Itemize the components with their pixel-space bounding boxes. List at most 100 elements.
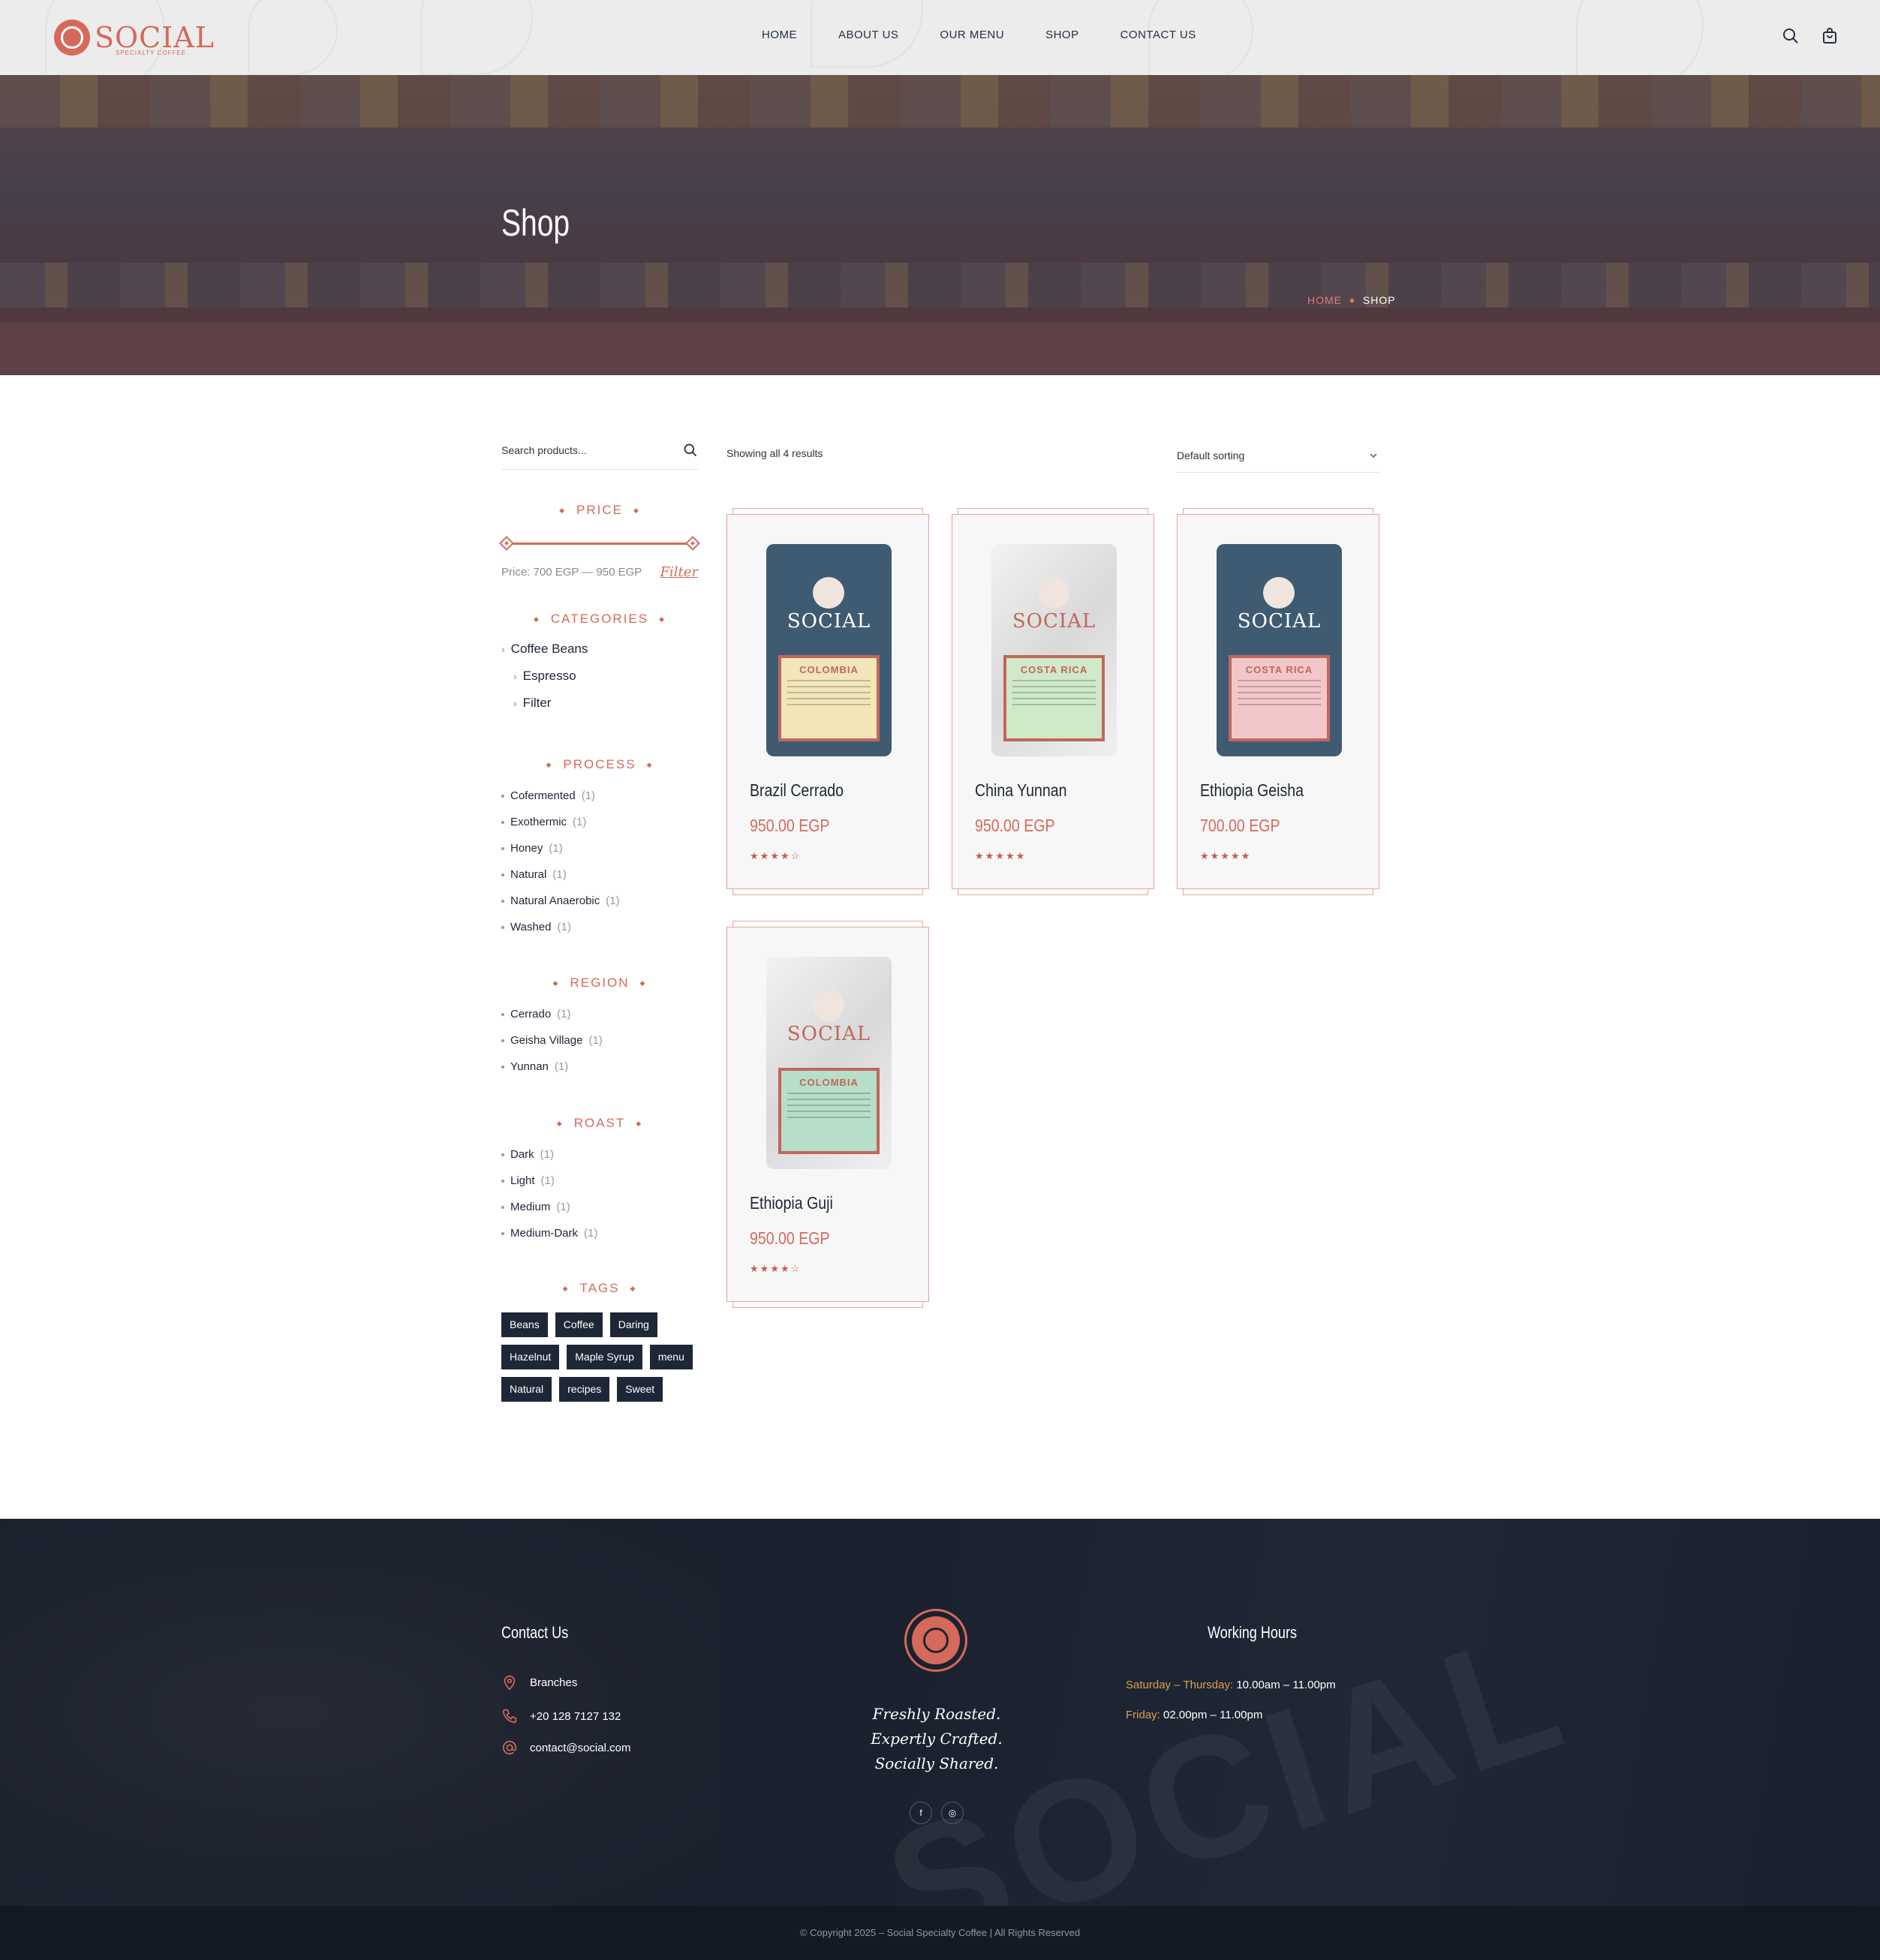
price-filter-widget: ◆ PRICE ◆ Price: 700 EGP — 950 EGP Filter: [499, 503, 700, 580]
footer-tagline: Freshly Roasted. Expertly Crafted. Socia…: [871, 1705, 1003, 1772]
list-item[interactable]: Light (1): [501, 1168, 698, 1194]
category-item[interactable]: › Filter: [513, 696, 698, 711]
list-item[interactable]: Natural (1): [501, 861, 698, 888]
list-item[interactable]: Medium-Dark (1): [501, 1220, 698, 1246]
widget-title: ◆ CATEGORIES ◆: [533, 612, 666, 626]
footer-contact-title: Contact Us: [501, 1623, 569, 1642]
contact-branches[interactable]: Branches: [501, 1674, 577, 1691]
list-item[interactable]: Cerrado (1): [501, 1001, 698, 1027]
search-input[interactable]: [501, 435, 666, 465]
badge-icon: [813, 990, 844, 1021]
widget-title: ◆ PROCESS ◆: [546, 757, 654, 771]
tag-link[interactable]: Beans: [501, 1312, 548, 1337]
widget-title: ◆ REGION ◆: [552, 975, 647, 990]
tag-link[interactable]: menu: [649, 1345, 693, 1369]
tag-link[interactable]: Daring: [609, 1312, 657, 1337]
breadcrumb: HOME ◆ SHOP: [1307, 294, 1396, 306]
star-filled-icon: ★: [750, 850, 760, 861]
star-filled-icon: ★: [1230, 850, 1241, 861]
logo-mark-icon: [54, 20, 90, 56]
product-card[interactable]: SOCIAL COLOMBIA Brazil Cerrado 950.00 EGP ★ ★…: [726, 508, 929, 895]
copyright-bar: © Copyright 2025 – Social Specialty Coff…: [0, 1906, 1880, 1960]
product-image[interactable]: SOCIAL COLOMBIA: [766, 544, 892, 756]
product-search: [501, 435, 698, 470]
cart-icon[interactable]: [1821, 27, 1839, 45]
product-name[interactable]: Brazil Cerrado: [750, 780, 844, 801]
search-icon[interactable]: [1782, 27, 1800, 45]
contact-phone[interactable]: +20 128 7127 132: [501, 1708, 621, 1724]
bag-brand-text: SOCIAL: [787, 1023, 871, 1045]
site-logo[interactable]: SOCIAL SPECIALTY COFFEE: [54, 18, 215, 57]
nav-shop[interactable]: SHOP: [1045, 29, 1079, 41]
category-item[interactable]: › Coffee Beans: [501, 642, 698, 657]
star-rating: ★★★★☆: [750, 1263, 801, 1275]
phone-icon: [502, 1709, 517, 1724]
product-price: 950.00 EGP: [975, 816, 1055, 835]
results-count: Showing all 4 results: [726, 447, 823, 459]
list-item[interactable]: Washed (1): [501, 914, 698, 940]
contact-email[interactable]: contact@social.com: [501, 1739, 630, 1756]
star-filled-icon: ★: [780, 850, 791, 861]
leaf-decoration: [248, 0, 338, 75]
nav-contact-us[interactable]: CONTACT US: [1120, 29, 1196, 41]
star-rating: ★★★★★: [975, 850, 1026, 862]
product-name[interactable]: China Yunnan: [975, 780, 1066, 801]
page-hero: Shop HOME ◆ SHOP: [0, 75, 1880, 375]
tag-link[interactable]: Natural: [501, 1377, 552, 1402]
star-rating: ★★★★☆: [750, 850, 801, 862]
product-name[interactable]: Ethiopia Geisha: [1200, 780, 1304, 801]
tag-link[interactable]: recipes: [559, 1377, 610, 1402]
logo-subtext: SPECIALTY COFFEE: [116, 50, 186, 56]
price-max-handle[interactable]: [685, 536, 700, 551]
list-item[interactable]: Honey (1): [501, 835, 698, 861]
product-card[interactable]: SOCIAL COLOMBIA Ethiopia Guji 950.00 EGP ★★★…: [726, 921, 929, 1308]
nav-about-us[interactable]: ABOUT US: [838, 29, 898, 41]
sort-select[interactable]: Default sorting: [1177, 438, 1381, 473]
widget-title: ◆ ROAST ◆: [556, 1116, 643, 1130]
product-image[interactable]: SOCIAL COLOMBIA: [766, 957, 892, 1169]
tag-link[interactable]: Maple Syrup: [567, 1345, 642, 1369]
product-image[interactable]: SOCIAL COSTA RICA: [1217, 544, 1342, 756]
list-item[interactable]: Medium (1): [501, 1194, 698, 1220]
star-filled-icon: ★: [995, 850, 1006, 861]
price-min-handle[interactable]: [499, 536, 514, 551]
price-range-slider[interactable]: [499, 536, 700, 551]
tag-link[interactable]: Hazelnut: [501, 1345, 560, 1369]
nav-home[interactable]: HOME: [762, 29, 797, 41]
star-filled-icon: ★: [985, 850, 996, 861]
list-item[interactable]: Geisha Village (1): [501, 1027, 698, 1054]
instagram-icon[interactable]: ◎: [941, 1802, 964, 1824]
tag-link[interactable]: Sweet: [617, 1377, 663, 1402]
bag-label: COSTA RICA: [1003, 655, 1105, 741]
star-filled-icon: ★: [770, 1263, 781, 1274]
filter-button[interactable]: Filter: [660, 564, 699, 580]
list-item[interactable]: Cofermented (1): [501, 783, 698, 809]
product-card[interactable]: SOCIAL COSTA RICA China Yunnan 950.00 EGP ★★…: [952, 508, 1154, 895]
tag-link[interactable]: Coffee: [555, 1312, 603, 1337]
list-item[interactable]: Exothermic (1): [501, 809, 698, 835]
chevron-right-icon: ›: [513, 670, 517, 682]
hours-row: Saturday – Thursday: 10.00am – 11.00pm: [1126, 1679, 1336, 1691]
bag-label-text: COLOMBIA: [799, 664, 859, 675]
star-empty-icon: ☆: [790, 1263, 802, 1274]
facebook-icon[interactable]: f: [910, 1802, 932, 1824]
breadcrumb-home[interactable]: HOME: [1307, 294, 1342, 306]
product-image[interactable]: SOCIAL COSTA RICA: [991, 544, 1117, 756]
location-pin-icon: [504, 1675, 516, 1691]
product-card[interactable]: SOCIAL COSTA RICA Ethiopia Geisha 700.00 EG…: [1177, 508, 1379, 895]
breadcrumb-current: SHOP: [1362, 294, 1396, 306]
logo-text: SOCIAL: [95, 21, 215, 54]
product-price: 950.00 EGP: [750, 816, 830, 835]
nav-our-menu[interactable]: OUR MENU: [940, 29, 1004, 41]
search-icon[interactable]: [683, 443, 698, 458]
product-name[interactable]: Ethiopia Guji: [750, 1193, 833, 1213]
list-item[interactable]: Natural Anaerobic (1): [501, 888, 698, 914]
category-item[interactable]: › Espresso: [513, 669, 698, 684]
badge-icon: [1263, 577, 1295, 609]
badge-icon: [813, 577, 844, 609]
star-filled-icon: ★: [975, 850, 985, 861]
list-item[interactable]: Dark (1): [501, 1141, 698, 1168]
footer-hours-title: Working Hours: [1208, 1623, 1297, 1642]
leaf-decoration: [1576, 0, 1704, 75]
list-item[interactable]: Yunnan (1): [501, 1054, 698, 1080]
